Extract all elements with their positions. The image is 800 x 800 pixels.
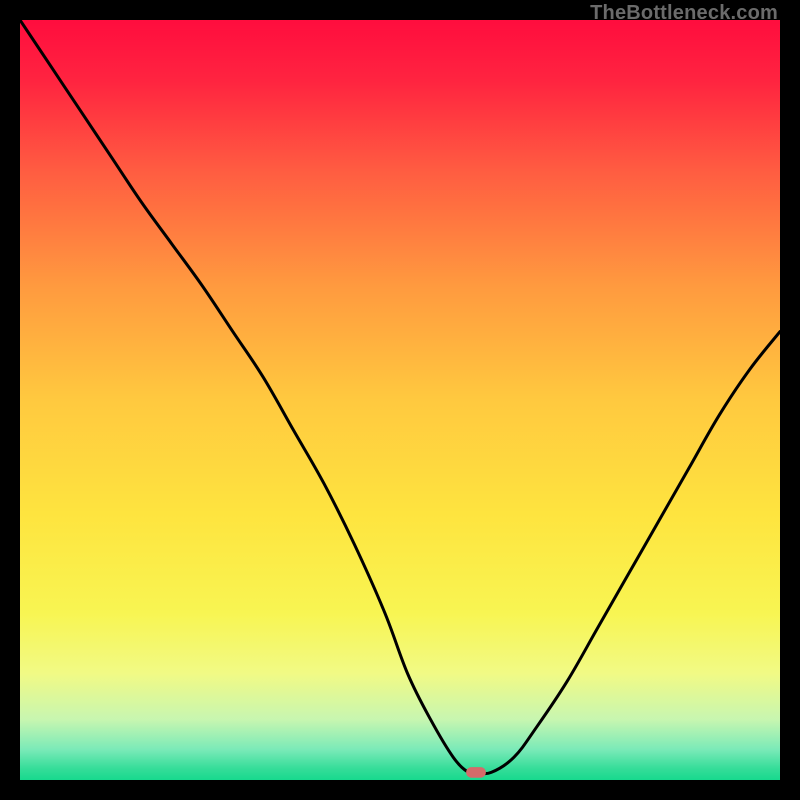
optimal-point-marker	[466, 767, 486, 778]
plot-area	[20, 20, 780, 780]
chart-frame: TheBottleneck.com	[0, 0, 800, 800]
chart-curve-layer	[20, 20, 780, 780]
watermark-label: TheBottleneck.com	[590, 2, 778, 25]
bottleneck-curve	[20, 20, 780, 774]
